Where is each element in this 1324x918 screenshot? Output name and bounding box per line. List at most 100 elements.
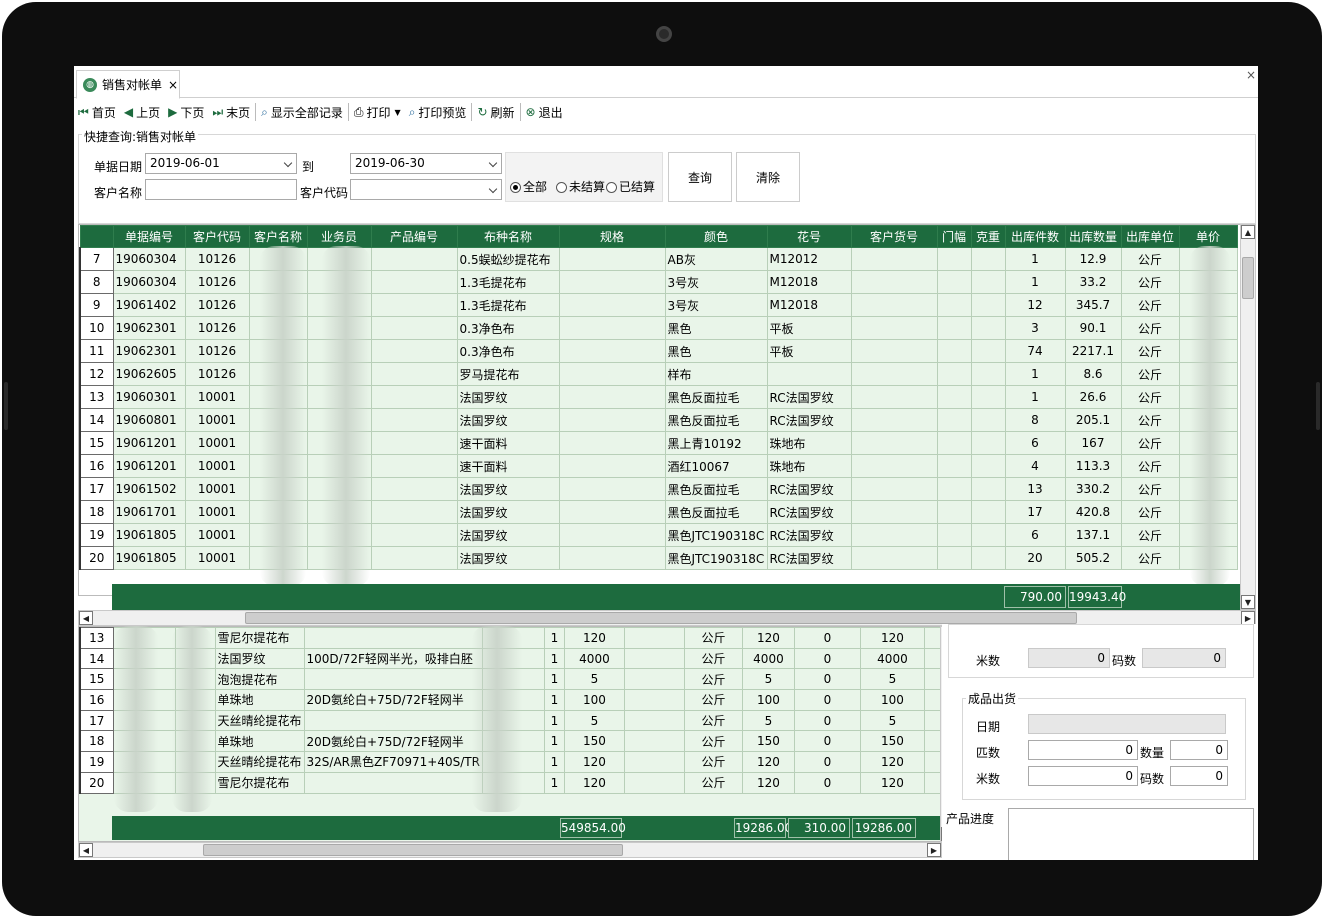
- weight-cell[interactable]: [970, 523, 1006, 547]
- col-d-cell[interactable]: [623, 689, 685, 711]
- out-quantity-cell[interactable]: 8.6: [1064, 362, 1122, 386]
- row-number-cell[interactable]: 19: [79, 751, 114, 773]
- product-code-cell[interactable]: [370, 546, 458, 570]
- weight-cell[interactable]: [970, 385, 1006, 409]
- customer-code-cell[interactable]: 10001: [184, 431, 250, 455]
- doc-number-cell[interactable]: 19062301: [112, 339, 186, 363]
- customer-item-cell[interactable]: [850, 385, 938, 409]
- out-pieces-cell[interactable]: 13: [1004, 477, 1066, 501]
- date-from-select[interactable]: 2019-06-01: [145, 153, 297, 174]
- pattern-number-cell[interactable]: RC法国罗纹: [766, 408, 852, 432]
- table-row[interactable]: 17 19061502 10001 法国罗纹 黑色反面拉毛 RC法国罗纹 13 330.2 公斤: [79, 477, 1238, 501]
- customer-code-cell[interactable]: 10001: [184, 523, 250, 547]
- unit-cell[interactable]: 公斤: [683, 627, 743, 649]
- weight-cell[interactable]: [970, 500, 1006, 524]
- product-code-cell[interactable]: [370, 385, 458, 409]
- color-cell[interactable]: 黑色JTC190318C: [664, 523, 768, 547]
- fabric-name-cell[interactable]: 法国罗纹: [456, 408, 560, 432]
- net-qty-cell[interactable]: 120: [859, 627, 925, 649]
- product-code-cell[interactable]: [370, 408, 458, 432]
- doc-number-cell[interactable]: 19061805: [112, 546, 186, 570]
- pattern-number-cell[interactable]: M12012: [766, 247, 852, 271]
- row-number-cell[interactable]: 10: [79, 316, 114, 340]
- out-pieces-cell[interactable]: 20: [1004, 546, 1066, 570]
- col-header[interactable]: 客户代码: [184, 225, 250, 248]
- out-quantity-cell[interactable]: 90.1: [1064, 316, 1122, 340]
- row-number-cell[interactable]: 20: [79, 546, 114, 570]
- quantity-cell[interactable]: 150: [563, 730, 625, 753]
- unit-cell[interactable]: 公斤: [683, 689, 743, 711]
- doc-number-cell[interactable]: 19061502: [112, 477, 186, 501]
- col-d-cell[interactable]: [623, 668, 685, 691]
- pattern-number-cell[interactable]: RC法国罗纹: [766, 477, 852, 501]
- col-d-cell[interactable]: [623, 771, 685, 794]
- customer-code-cell[interactable]: 10001: [184, 477, 250, 501]
- out-unit-cell[interactable]: 公斤: [1120, 247, 1180, 271]
- pieces-cell[interactable]: 1: [543, 668, 565, 691]
- col-d-cell[interactable]: [623, 751, 685, 773]
- show-all-button[interactable]: ⌕ 显示全部记录: [257, 101, 347, 123]
- scroll-up-icon[interactable]: ▲: [1241, 225, 1255, 239]
- horizontal-scroll-thumb[interactable]: [245, 612, 1077, 624]
- col-header[interactable]: 门幅: [936, 225, 972, 248]
- customer-item-cell[interactable]: [850, 408, 938, 432]
- table-row[interactable]: 12 19062605 10126 罗马提花布 样布 1 8.6 公斤: [79, 362, 1238, 386]
- doc-number-cell[interactable]: 19061805: [112, 523, 186, 547]
- quantity-cell[interactable]: 5: [563, 709, 625, 732]
- doc-number-cell[interactable]: 19062301: [112, 316, 186, 340]
- scroll-right-icon[interactable]: ▶: [1241, 611, 1255, 625]
- out-pieces-cell[interactable]: 1: [1004, 270, 1066, 294]
- out-qty-cell[interactable]: 120: [741, 771, 795, 794]
- spec-cell[interactable]: [558, 293, 666, 317]
- fabric-name-cell[interactable]: 法国罗纹: [456, 546, 560, 570]
- fabric-name-cell[interactable]: 0.3净色布: [456, 316, 560, 340]
- customer-item-cell[interactable]: [850, 316, 938, 340]
- net-qty-cell[interactable]: 5: [859, 709, 925, 732]
- quantity-cell[interactable]: 5: [563, 668, 625, 691]
- pattern-number-cell[interactable]: [766, 362, 852, 386]
- row-number-cell[interactable]: 17: [79, 477, 114, 501]
- pattern-number-cell[interactable]: M12018: [766, 270, 852, 294]
- clear-button[interactable]: 清除: [736, 152, 800, 202]
- progress-textarea[interactable]: [1008, 808, 1254, 860]
- table-row[interactable]: 18 19061701 10001 法国罗纹 黑色反面拉毛 RC法国罗纹 17 420.8 公斤: [79, 500, 1238, 524]
- net-qty-cell[interactable]: 150: [859, 730, 925, 753]
- out-pieces-cell[interactable]: 4: [1004, 454, 1066, 478]
- customer-code-cell[interactable]: 10001: [184, 546, 250, 570]
- spec-cell[interactable]: [558, 454, 666, 478]
- spec-cell[interactable]: 20D氨纶白+75D/72F轻网半: [303, 689, 483, 711]
- last-page-button[interactable]: ⏭ 末页: [208, 101, 254, 123]
- pieces-cell[interactable]: 1: [543, 647, 565, 670]
- out-unit-cell[interactable]: 公斤: [1120, 454, 1180, 478]
- spec-cell[interactable]: [558, 408, 666, 432]
- fabric-name-cell[interactable]: 单珠地: [214, 730, 305, 753]
- customer-code-select[interactable]: [350, 179, 502, 200]
- out-pieces-cell[interactable]: 74: [1004, 339, 1066, 363]
- row-number-cell[interactable]: 13: [79, 627, 114, 649]
- row-number-cell[interactable]: 7: [79, 247, 114, 271]
- date-to-select[interactable]: 2019-06-30: [350, 153, 502, 174]
- customer-code-cell[interactable]: 10001: [184, 408, 250, 432]
- spec-cell[interactable]: [303, 771, 483, 794]
- doc-number-cell[interactable]: 19062605: [112, 362, 186, 386]
- pieces-cell[interactable]: 1: [543, 627, 565, 649]
- table-row[interactable]: 14 19060801 10001 法国罗纹 黑色反面拉毛 RC法国罗纹 8 205.1 公斤: [79, 408, 1238, 432]
- table-row[interactable]: 10 19062301 10126 0.3净色布 黑色 平板 3 90.1 公斤: [79, 316, 1238, 340]
- radio-settled[interactable]: 已结算: [606, 178, 655, 195]
- col-header[interactable]: 花号: [766, 225, 852, 248]
- color-cell[interactable]: AB灰: [664, 247, 768, 271]
- tab-sales-statement[interactable]: ◍ 销售对帐单 ×: [76, 70, 180, 99]
- customer-item-cell[interactable]: [850, 339, 938, 363]
- customer-code-cell[interactable]: 10126: [184, 247, 250, 271]
- spec-cell[interactable]: [558, 339, 666, 363]
- customer-code-cell[interactable]: 10001: [184, 500, 250, 524]
- out-pieces-cell[interactable]: 17: [1004, 500, 1066, 524]
- fabric-name-cell[interactable]: 速干面料: [456, 431, 560, 455]
- spec-cell[interactable]: 20D氨纶白+75D/72F轻网半: [303, 730, 483, 753]
- row-number-cell[interactable]: 8: [79, 270, 114, 294]
- out-quantity-cell[interactable]: 2217.1: [1064, 339, 1122, 363]
- fabric-name-cell[interactable]: 1.3毛提花布: [456, 270, 560, 294]
- out-unit-cell[interactable]: 公斤: [1120, 546, 1180, 570]
- out-quantity-cell[interactable]: 113.3: [1064, 454, 1122, 478]
- customer-item-cell[interactable]: [850, 362, 938, 386]
